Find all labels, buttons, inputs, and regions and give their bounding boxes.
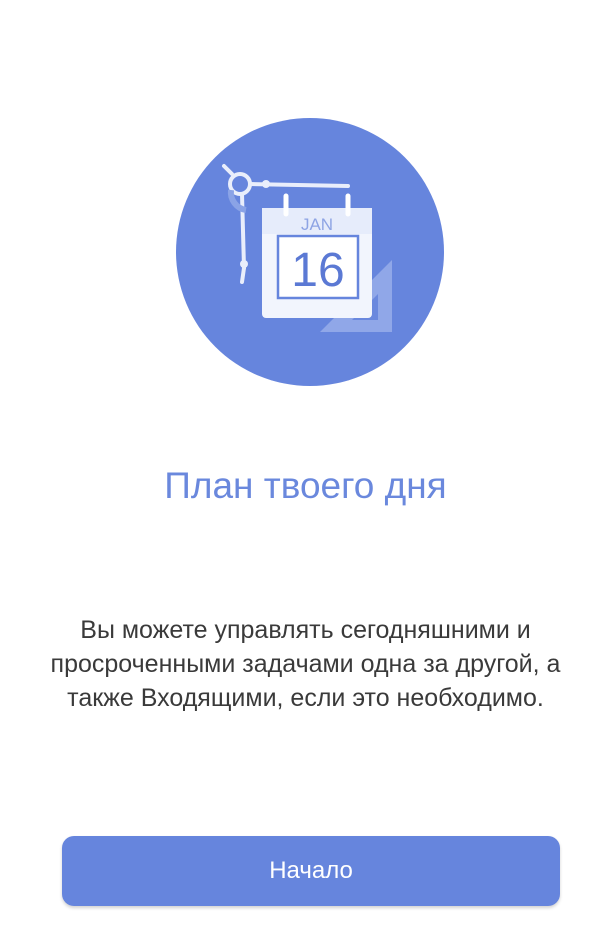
page-title: План твоего дня bbox=[164, 465, 447, 506]
calendar-with-compass-icon: JAN 16 bbox=[176, 118, 444, 386]
start-button[interactable]: Начало bbox=[62, 836, 560, 906]
calendar-month-label: JAN bbox=[301, 215, 333, 234]
calendar-day-number: 16 bbox=[291, 244, 344, 297]
onboarding-description: Вы можете управлять сегодняшними и проср… bbox=[50, 616, 561, 712]
onboarding-screen: JAN 16 План твоего дня Вы можете управля… bbox=[0, 0, 611, 931]
calendar-illustration: JAN 16 bbox=[176, 118, 444, 386]
